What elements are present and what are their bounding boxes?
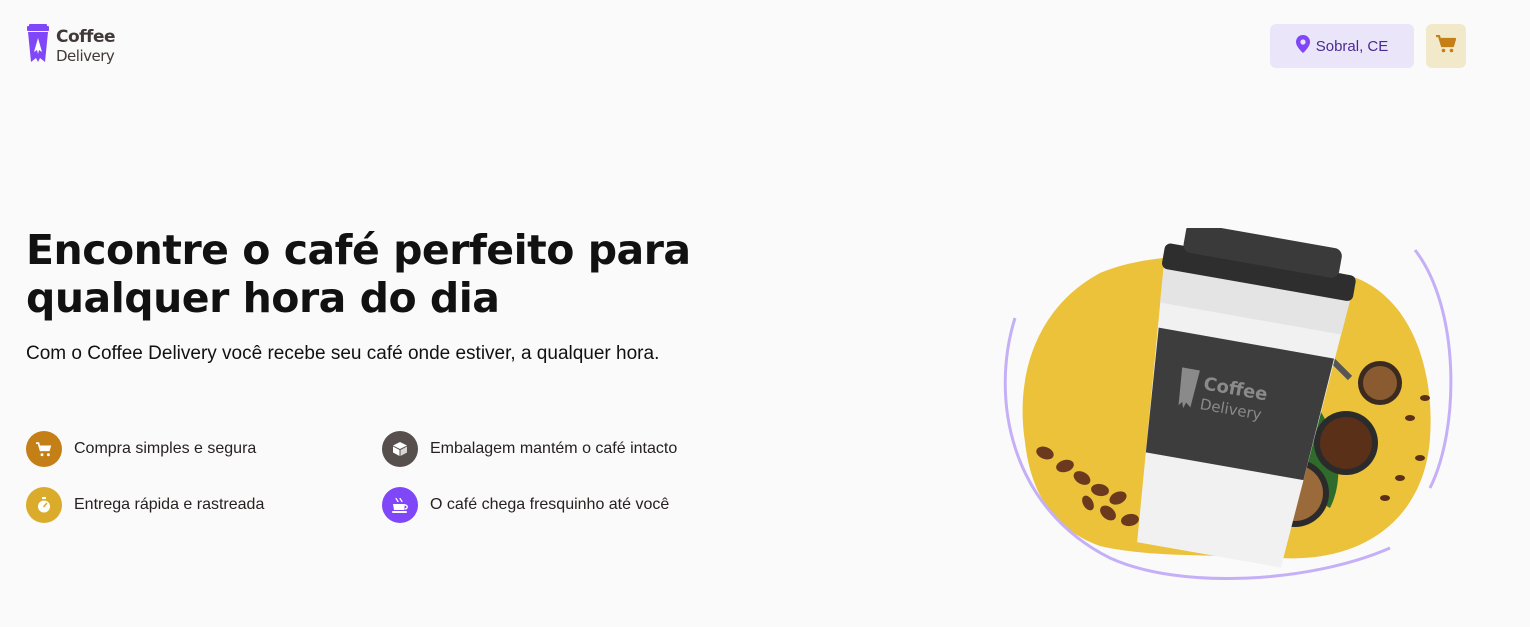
feature-item: Compra simples e segura (26, 431, 382, 467)
feature-label: Embalagem mantém o café intacto (430, 440, 678, 457)
coffee-cup-icon (382, 487, 418, 523)
logo-text-coffee: Coffee (56, 26, 116, 47)
feature-item: O café chega fresquinho até você (382, 487, 726, 523)
feature-label: Compra simples e segura (74, 440, 257, 457)
hero-subtitle: Com o Coffee Delivery você recebe seu ca… (26, 343, 660, 364)
cart-button[interactable] (1426, 24, 1466, 68)
package-icon (382, 431, 418, 467)
logo[interactable]: Coffee Delivery (26, 24, 116, 69)
features-list: Compra simples e segura Embalagem mantém… (26, 431, 726, 523)
location-button[interactable]: Sobral, CE (1270, 24, 1414, 68)
header: Coffee Delivery Sobral, CE (0, 0, 1530, 92)
timer-icon (26, 487, 62, 523)
feature-label: Entrega rápida e rastreada (74, 496, 265, 513)
coffee-cup-logo-icon (26, 24, 50, 69)
hero-title: Encontre o café perfeito para qualquer h… (26, 226, 691, 322)
shopping-cart-icon (26, 431, 62, 467)
feature-item: Embalagem mantém o café intacto (382, 431, 726, 467)
feature-item: Entrega rápida e rastreada (26, 487, 382, 523)
feature-label: O café chega fresquinho até você (430, 496, 670, 513)
logo-text-delivery: Delivery (56, 46, 115, 65)
hero-coffee-image: Coffee Delivery (990, 223, 1470, 593)
shopping-cart-icon (1436, 34, 1457, 58)
map-pin-icon (1295, 35, 1310, 57)
location-label: Sobral, CE (1315, 37, 1389, 55)
